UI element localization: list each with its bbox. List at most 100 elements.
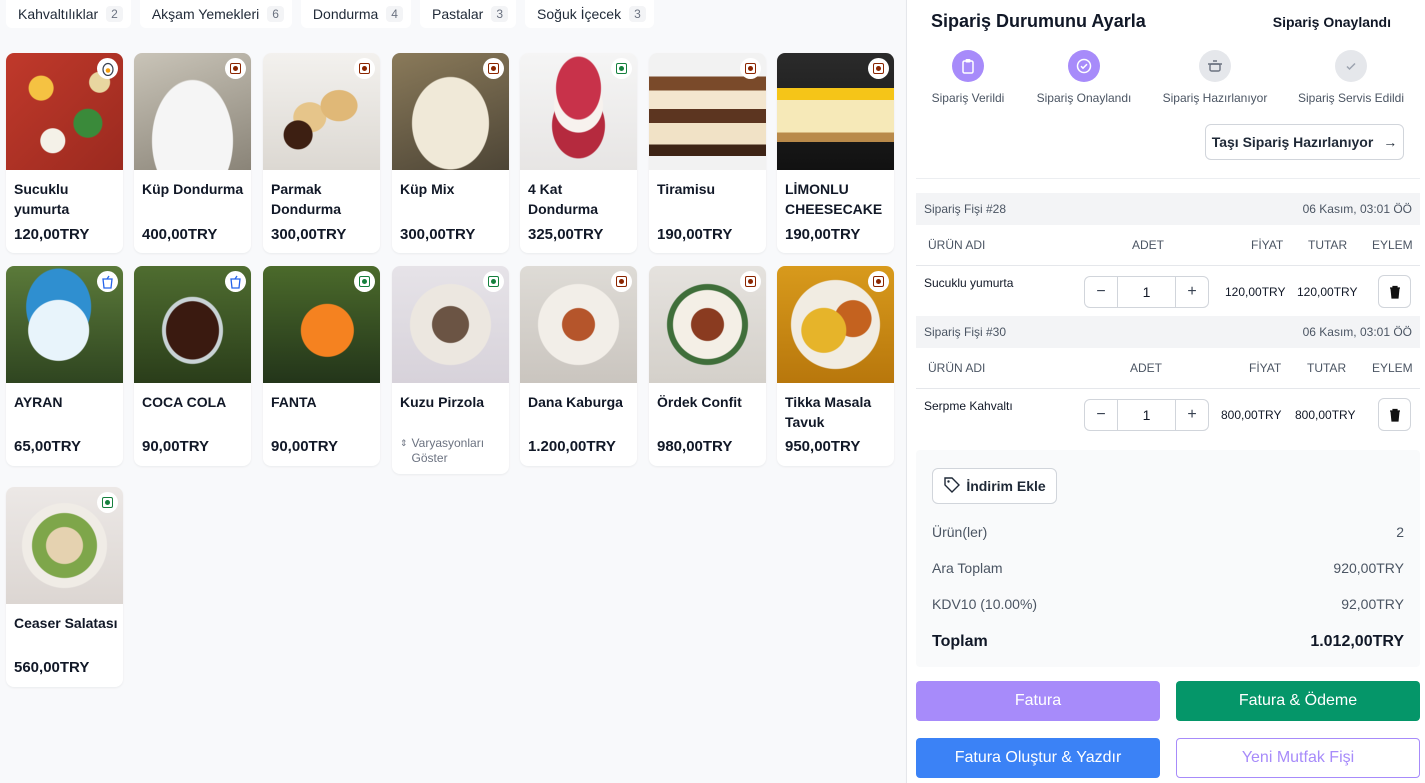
product-price: 90,00TRY xyxy=(271,438,338,455)
category-count: 3 xyxy=(491,6,509,22)
product-card[interactable]: LİMONLU CHEESECAKE 190,00TRY xyxy=(777,53,894,253)
step-label: Sipariş Hazırlanıyor xyxy=(1162,91,1268,105)
product-name: Ördek Confit xyxy=(657,394,742,410)
product-name: Küp Dondurma xyxy=(142,181,244,197)
category-count: 2 xyxy=(106,6,123,22)
non-veg-mark-icon xyxy=(868,271,889,292)
product-card[interactable]: 4 Kat Dondurma 325,00TRY xyxy=(520,53,637,253)
product-name: Ceaser Salatası xyxy=(14,615,118,631)
product-price: 300,00TRY xyxy=(271,226,347,243)
product-card[interactable]: Kuzu Pirzola ⇕ Varyasyonları Göster xyxy=(392,266,509,474)
product-price: 90,00TRY xyxy=(142,438,209,455)
col-header-name: ÜRÜN ADI xyxy=(928,238,986,252)
order-status-title: Sipariş Durumunu Ayarla xyxy=(931,11,1146,31)
decrement-button[interactable]: − xyxy=(1085,400,1117,430)
category-label: Akşam Yemekleri xyxy=(151,6,260,22)
product-image xyxy=(6,266,123,383)
product-name: Tikka Masala Tavuk xyxy=(785,394,872,430)
item-total: 800,00TRY xyxy=(1295,408,1356,422)
step-order-placed[interactable]: Sipariş Verildi xyxy=(903,50,1033,105)
product-card[interactable]: Tiramisu 190,00TRY xyxy=(649,53,766,253)
category-tab-soguk-icecek[interactable]: Soğuk İçecek 3 xyxy=(525,0,654,28)
step-order-preparing[interactable]: Sipariş Hazırlanıyor xyxy=(1150,50,1280,105)
product-price: 400,00TRY xyxy=(142,226,218,243)
col-header-price: FİYAT xyxy=(1251,238,1284,252)
non-veg-mark-icon xyxy=(868,58,889,79)
invoice-button[interactable]: Fatura xyxy=(916,681,1160,721)
col-header-total: TUTAR xyxy=(1308,238,1348,252)
product-card[interactable]: Dana Kaburga 1.200,00TRY xyxy=(520,266,637,466)
order-item-name: Serpme Kahvaltı xyxy=(924,399,1013,413)
check-circle-icon xyxy=(1068,50,1100,82)
col-header-total: TUTAR xyxy=(1307,361,1347,375)
product-card[interactable]: AYRAN 65,00TRY xyxy=(6,266,123,466)
product-price: 190,00TRY xyxy=(657,226,733,243)
product-price: 300,00TRY xyxy=(400,226,476,243)
total-label: Toplam xyxy=(932,633,988,650)
quantity-value[interactable]: 1 xyxy=(1117,277,1176,307)
create-print-invoice-button[interactable]: Fatura Oluştur & Yazdır xyxy=(916,738,1160,778)
item-price: 800,00TRY xyxy=(1221,408,1282,422)
category-tab-aksam-yemekleri[interactable]: Akşam Yemekleri 6 xyxy=(139,0,292,28)
invoice-payment-button[interactable]: Fatura & Ödeme xyxy=(1176,681,1420,721)
product-card[interactable]: Küp Mix 300,00TRY xyxy=(392,53,509,253)
product-price: 120,00TRY xyxy=(14,226,90,243)
category-tab-pastalar[interactable]: Pastalar 3 xyxy=(419,0,517,28)
product-card[interactable]: Ceaser Salatası 560,00TRY xyxy=(6,487,123,687)
subtotal-value: 920,00TRY xyxy=(1333,560,1404,576)
product-card[interactable]: FANTA 90,00TRY xyxy=(263,266,380,466)
product-card[interactable]: COCA COLA 90,00TRY xyxy=(134,266,251,466)
non-veg-mark-icon xyxy=(740,271,761,292)
add-discount-button[interactable]: İndirim Ekle xyxy=(932,468,1057,504)
product-name: AYRAN xyxy=(14,394,63,410)
category-tab-kahvaltiliklar[interactable]: Kahvaltılıklar 2 xyxy=(6,0,131,28)
clipboard-icon xyxy=(952,50,984,82)
product-image xyxy=(777,53,894,170)
product-image xyxy=(6,53,123,170)
product-price: 190,00TRY xyxy=(785,226,861,243)
items-count-value: 2 xyxy=(1396,524,1404,540)
tax-value: 92,00TRY xyxy=(1341,596,1404,612)
order-status-badge: Sipariş Onaylandı xyxy=(1272,14,1391,30)
category-tab-dondurma[interactable]: Dondurma 4 xyxy=(300,0,411,28)
quantity-value[interactable]: 1 xyxy=(1117,400,1176,430)
product-name: COCA COLA xyxy=(142,394,227,410)
show-variations-link[interactable]: ⇕ Varyasyonları Göster xyxy=(400,436,492,466)
product-price: 65,00TRY xyxy=(14,438,81,455)
product-image xyxy=(520,53,637,170)
non-veg-mark-icon xyxy=(225,58,246,79)
product-image xyxy=(134,266,251,383)
product-price: 325,00TRY xyxy=(528,226,604,243)
new-kitchen-ticket-button[interactable]: Yeni Mutfak Fişi xyxy=(1176,738,1420,778)
product-card[interactable]: Parmak Dondurma 300,00TRY xyxy=(263,53,380,253)
product-name: Parmak Dondurma xyxy=(271,181,341,217)
move-status-button[interactable]: Taşı Sipariş Hazırlanıyor → xyxy=(1205,124,1404,160)
step-order-confirmed[interactable]: Sipariş Onaylandı xyxy=(1019,50,1149,105)
tax-label: KDV10 (10.00%) xyxy=(932,596,1038,612)
veg-mark-icon xyxy=(97,492,118,513)
product-card[interactable]: Küp Dondurma 400,00TRY xyxy=(134,53,251,253)
product-card[interactable]: Tikka Masala Tavuk 950,00TRY xyxy=(777,266,894,466)
category-label: Kahvaltılıklar xyxy=(18,6,99,22)
trash-icon[interactable] xyxy=(1378,398,1411,431)
category-count: 4 xyxy=(386,6,403,22)
increment-button[interactable]: + xyxy=(1176,277,1208,307)
receipt-header: Sipariş Fişi #28 06 Kasım, 03:01 ÖÖ xyxy=(916,193,1420,225)
decrement-button[interactable]: − xyxy=(1085,277,1117,307)
trash-icon[interactable] xyxy=(1378,275,1411,308)
receipt-date: 06 Kasım, 03:01 ÖÖ xyxy=(1302,202,1412,216)
non-veg-mark-icon xyxy=(483,58,504,79)
product-name: LİMONLU CHEESECAKE xyxy=(785,181,883,217)
non-veg-mark-icon xyxy=(611,271,632,292)
product-name: Küp Mix xyxy=(400,181,455,197)
receipt-title: Sipariş Fişi #30 xyxy=(924,325,1007,339)
step-order-served[interactable]: Sipariş Servis Edildi xyxy=(1286,50,1416,105)
items-count-label: Ürün(ler) xyxy=(932,524,988,540)
product-name: Sucuklu yumurta xyxy=(14,181,70,217)
increment-button[interactable]: + xyxy=(1176,400,1208,430)
product-card[interactable]: Ördek Confit 980,00TRY xyxy=(649,266,766,466)
veg-mark-icon xyxy=(354,271,375,292)
product-price: 980,00TRY xyxy=(657,438,733,455)
product-image xyxy=(649,266,766,383)
product-card[interactable]: Sucuklu yumurta 120,00TRY xyxy=(6,53,123,253)
